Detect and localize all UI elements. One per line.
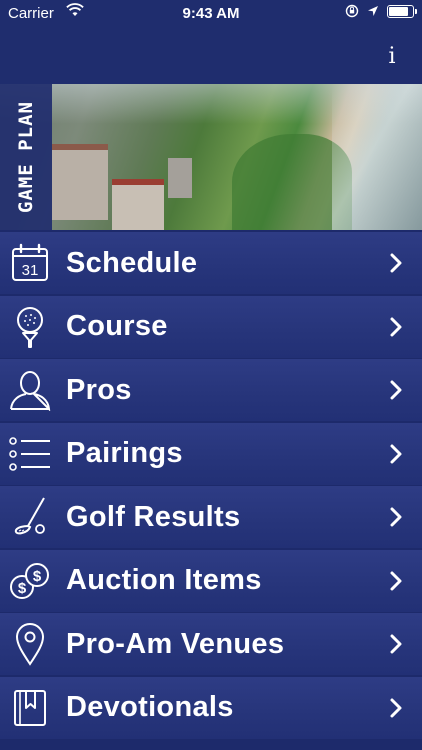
menu-item-pro-am-venues[interactable]: Pro-Am Venues <box>0 613 422 675</box>
chevron-right-icon <box>388 697 404 719</box>
status-bar: Carrier 9:43 AM <box>0 0 422 28</box>
menu-item-label: Pros <box>66 373 132 406</box>
location-arrow-icon <box>367 5 379 17</box>
navigation-bar: i <box>0 28 422 84</box>
chevron-right-icon <box>388 316 404 338</box>
chevron-right-icon <box>388 506 404 528</box>
battery-icon <box>387 4 417 18</box>
main-menu: 31 Schedule Course Pros Pairings Golf Re… <box>0 232 422 740</box>
chevron-right-icon <box>388 379 404 401</box>
menu-item-label: Course <box>66 310 168 342</box>
info-button[interactable]: i <box>382 42 402 72</box>
menu-item-pros[interactable]: Pros <box>0 359 422 421</box>
calendar-icon: 31 <box>0 232 60 294</box>
person-icon <box>0 359 60 421</box>
bookmark-book-icon <box>0 677 60 739</box>
menu-item-devotionals[interactable]: Devotionals <box>0 676 422 739</box>
menu-item-auction-items[interactable]: $ $ Auction Items <box>0 549 422 612</box>
game-plan-badge: GAME PLAN <box>0 84 52 230</box>
svg-text:$: $ <box>18 580 27 597</box>
location-pin-icon <box>0 613 60 675</box>
chevron-right-icon <box>388 443 404 465</box>
svg-text:$: $ <box>33 568 42 585</box>
game-plan-label: GAME PLAN <box>15 101 38 213</box>
hero-image: GAME PLAN <box>0 84 422 230</box>
golf-club-icon <box>0 486 60 548</box>
chevron-right-icon <box>388 252 404 274</box>
menu-item-label: Schedule <box>66 246 198 279</box>
menu-item-course[interactable]: Course <box>0 295 422 358</box>
menu-item-golf-results[interactable]: Golf Results <box>0 486 422 548</box>
menu-item-label: Pro-Am Venues <box>66 627 285 660</box>
list-icon <box>0 423 60 485</box>
menu-item-label: Pairings <box>66 437 183 469</box>
menu-item-label: Devotionals <box>66 691 234 723</box>
menu-item-label: Auction Items <box>66 564 262 596</box>
golf-ball-tee-icon <box>0 296 60 358</box>
menu-item-label: Golf Results <box>66 500 241 533</box>
calendar-day: 31 <box>22 262 39 279</box>
orientation-lock-icon <box>345 4 359 18</box>
chevron-right-icon <box>388 633 404 655</box>
coins-icon: $ $ <box>0 550 60 612</box>
chevron-right-icon <box>388 570 404 592</box>
menu-item-schedule[interactable]: 31 Schedule <box>0 232 422 294</box>
menu-item-pairings[interactable]: Pairings <box>0 422 422 485</box>
